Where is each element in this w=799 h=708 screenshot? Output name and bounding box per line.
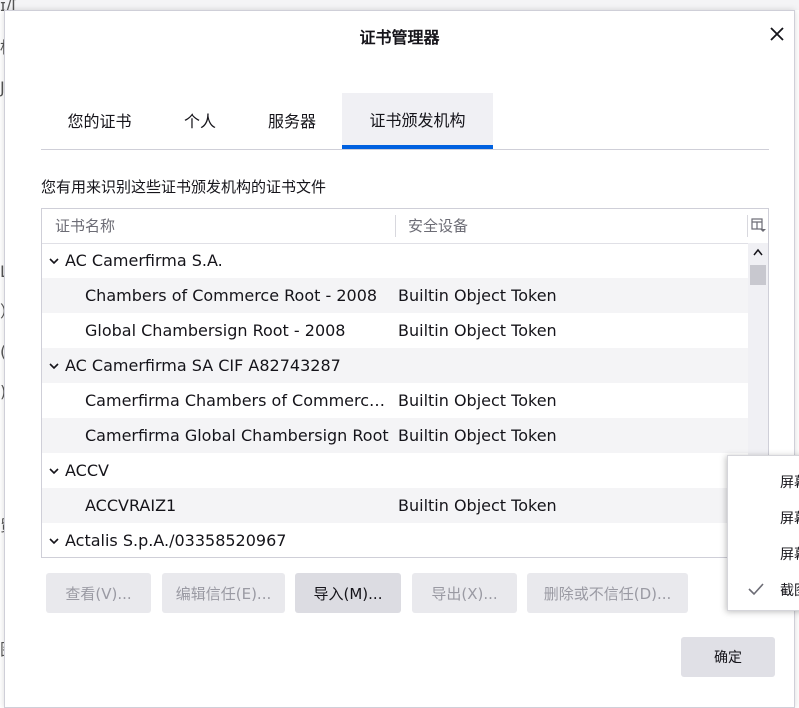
column-separator[interactable]	[747, 215, 748, 237]
close-button[interactable]	[764, 21, 790, 47]
column-header-security-device[interactable]: 安全设备	[408, 209, 468, 243]
tree-row[interactable]: Global Chambersign Root - 2008 Builtin O…	[42, 313, 748, 348]
tree-row[interactable]: ACCVRAIZ1 Builtin Object Token	[42, 488, 748, 523]
group-name: AC Camerfirma SA CIF A82743287	[65, 356, 341, 375]
context-menu-item-label: 屏幕	[780, 511, 799, 527]
context-menu-item[interactable]: 屏幕	[728, 500, 799, 536]
context-menu-item-label: 屏幕	[780, 547, 799, 563]
chevron-up-icon[interactable]	[752, 247, 764, 257]
security-device: Builtin Object Token	[398, 391, 557, 410]
delete-or-distrust-button[interactable]: 删除或不信任(D)...	[527, 573, 688, 613]
certificate-name: Global Chambersign Root - 2008	[85, 321, 346, 340]
group-name: AC Camerfirma S.A.	[65, 251, 223, 270]
tab-description: 您有用来识别这些证书颁发机构的证书文件	[41, 178, 327, 196]
certificate-name: Camerfirma Chambers of Commerce…	[85, 391, 391, 410]
export-button[interactable]: 导出(X)...	[412, 573, 517, 613]
chevron-down-icon[interactable]	[48, 465, 60, 477]
column-header-cert-name[interactable]: 证书名称	[55, 209, 115, 243]
close-icon	[770, 27, 784, 41]
background-header-strip	[0, 0, 799, 10]
certificate-name: Chambers of Commerce Root - 2008	[85, 286, 378, 305]
dialog-title: 证书管理器	[359, 28, 440, 47]
import-button[interactable]: 导入(M)...	[295, 573, 401, 613]
checkmark-icon	[748, 583, 764, 596]
context-menu: 屏幕 屏幕 屏幕 截图	[727, 455, 799, 611]
tree-group-row[interactable]: AC Camerfirma S.A.	[42, 243, 748, 278]
security-device: Builtin Object Token	[398, 286, 557, 305]
chevron-down-icon[interactable]	[48, 255, 60, 267]
column-separator[interactable]	[395, 215, 396, 237]
tree-row[interactable]: Camerfirma Chambers of Commerce… Builtin…	[42, 383, 748, 418]
tab-servers[interactable]: 服务器	[242, 93, 342, 147]
tree-row[interactable]: Camerfirma Global Chambersign Root Built…	[42, 418, 748, 453]
scrollbar-thumb[interactable]	[750, 265, 766, 285]
ok-button[interactable]: 确定	[681, 637, 775, 677]
security-device: Builtin Object Token	[398, 496, 557, 515]
edit-trust-button[interactable]: 编辑信任(E)...	[162, 573, 285, 613]
context-menu-item[interactable]: 屏幕	[728, 464, 799, 500]
certificate-name: ACCVRAIZ1	[85, 496, 177, 515]
tab-authorities[interactable]: 证书颁发机构	[342, 93, 493, 149]
view-button[interactable]: 查看(V)...	[46, 573, 151, 613]
context-menu-item-label: 屏幕	[780, 475, 799, 491]
tree-row[interactable]: Chambers of Commerce Root - 2008 Builtin…	[42, 278, 748, 313]
security-device: Builtin Object Token	[398, 321, 557, 340]
group-name: ACCV	[65, 461, 109, 480]
tree-rows: AC Camerfirma S.A. Chambers of Commerce …	[42, 243, 748, 557]
context-menu-item[interactable]: 屏幕	[728, 536, 799, 572]
chevron-down-icon[interactable]	[48, 535, 60, 547]
security-device: Builtin Object Token	[398, 426, 557, 445]
tree-group-row[interactable]: ACCV	[42, 453, 748, 488]
certificate-tree[interactable]: 证书名称 安全设备 AC Camerfirma S.A. Chambers of…	[41, 208, 769, 558]
certificate-name: Camerfirma Global Chambersign Root	[85, 426, 389, 445]
context-menu-item-label: 截图	[780, 583, 799, 599]
tree-header: 证书名称 安全设备	[42, 209, 768, 244]
column-picker-icon[interactable]	[750, 217, 766, 233]
tree-group-row[interactable]: AC Camerfirma SA CIF A82743287	[42, 348, 748, 383]
certificate-manager-dialog: 证书管理器 您的证书 个人 服务器 证书颁发机构 您有用来识别这些证书颁发机构的…	[4, 10, 795, 708]
tab-strip: 您的证书 个人 服务器 证书颁发机构	[41, 93, 769, 150]
dialog-titlebar: 证书管理器	[5, 11, 794, 59]
tree-group-row[interactable]: Actalis S.p.A./03358520967	[42, 523, 748, 557]
tab-personal[interactable]: 个人	[158, 93, 242, 147]
group-name: Actalis S.p.A./03358520967	[65, 531, 287, 550]
context-menu-item[interactable]: 截图	[728, 572, 799, 608]
tab-your-certificates[interactable]: 您的证书	[41, 93, 158, 147]
chevron-down-icon[interactable]	[48, 360, 60, 372]
